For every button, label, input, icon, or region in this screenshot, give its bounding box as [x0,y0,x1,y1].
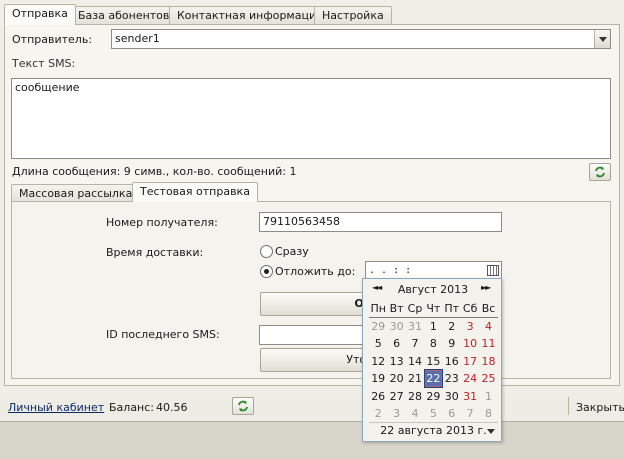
tab-contact-info[interactable]: Контактная информация [169,6,331,25]
calendar-day[interactable]: 8 [479,405,497,422]
calendar-day[interactable]: 5 [424,405,442,422]
weekday-label: Вс [481,301,496,315]
calendar-day[interactable]: 31 [461,388,479,405]
sender-select[interactable]: sender1 [111,29,611,49]
sms-text-area[interactable]: сообщение [11,78,611,159]
subtab-test-send[interactable]: Тестовая отправка [132,182,258,202]
sender-label: Отправитель: [12,33,93,46]
calendar-popup: ◄◄ Август 2013 ►► Пн Вт Ср Чт Пт Сб Вс 2… [362,278,502,442]
calendar-week: 26 27 28 29 30 31 1 [369,388,498,406]
calendar-day[interactable]: 29 [369,318,387,335]
status-bar: Личный кабинет Баланс: 40.56 Закрыть [0,393,624,419]
calendar-day[interactable]: 7 [461,405,479,422]
calendar-day-selected[interactable]: 22 [424,369,443,389]
calendar-header: ◄◄ Август 2013 ►► [363,283,503,297]
calendar-day[interactable]: 8 [424,335,442,352]
recipient-value: 79110563458 [263,215,340,228]
chevron-down-icon[interactable] [594,30,610,48]
calendar-day[interactable]: 9 [443,335,461,352]
refresh-length-button[interactable] [589,163,611,181]
tab-send[interactable]: Отправка [4,4,76,25]
calendar-day[interactable]: 1 [479,388,497,405]
refresh-icon [238,400,248,412]
calendar-day[interactable]: 26 [369,388,387,405]
delivery-label: Время доставки: [106,246,204,259]
calendar-weekdays: Пн Вт Ср Чт Пт Сб Вс [369,300,498,318]
refresh-icon [595,166,605,178]
calendar-day[interactable]: 27 [387,388,405,405]
calendar-day[interactable]: 4 [479,318,497,335]
radio-now-label: Сразу [275,245,309,258]
calendar-day[interactable]: 30 [443,388,461,405]
calendar-day[interactable]: 28 [406,388,424,405]
next-month-icon[interactable]: ►► [481,283,491,292]
calendar-day[interactable]: 14 [406,353,424,370]
calendar-day[interactable]: 3 [387,405,405,422]
sms-text-value: сообщение [15,81,80,94]
window-bottom-frame [0,421,624,459]
calendar-icon[interactable] [487,265,499,276]
balance-label: Баланс: [109,401,155,414]
triangle-down-icon[interactable] [487,429,495,434]
calendar-day[interactable]: 30 [387,318,405,335]
recipient-input[interactable]: 79110563458 [259,212,502,232]
sender-value: sender1 [115,32,160,45]
calendar-today-label: 22 августа 2013 г. [380,424,487,437]
defer-datetime-value: . . : : [369,265,412,276]
calendar-day[interactable]: 3 [461,318,479,335]
radio-defer-label: Отложить до: [275,265,356,278]
tab-subscribers[interactable]: База абонентов [70,6,178,25]
balance-value: 40.56 [156,401,188,414]
calendar-footer[interactable]: 22 августа 2013 г. [369,422,498,439]
calendar-day[interactable]: 20 [387,370,405,387]
calendar-day[interactable]: 6 [443,405,461,422]
calendar-day[interactable]: 5 [369,335,387,352]
calendar-day[interactable]: 6 [387,335,405,352]
weekday-label: Пт [444,301,460,315]
radio-now[interactable] [260,245,273,258]
calendar-day[interactable]: 2 [443,318,461,335]
close-link[interactable]: Закрыть [576,401,624,414]
tab-settings[interactable]: Настройка [314,6,392,25]
recipient-label: Номер получателя: [106,216,218,229]
calendar-day[interactable]: 12 [369,353,387,370]
calendar-week: 19 20 21 22 23 24 25 [369,369,498,389]
weekday-label: Вт [389,301,404,315]
calendar-day[interactable]: 4 [406,405,424,422]
calendar-day[interactable]: 16 [443,353,461,370]
calendar-day[interactable]: 19 [369,370,387,387]
radio-defer[interactable] [260,265,273,278]
calendar-day[interactable]: 10 [461,335,479,352]
calendar-day[interactable]: 2 [369,405,387,422]
status-divider [568,397,569,415]
length-info: Длина сообщения: 9 симв., кол-во. сообще… [12,165,297,178]
calendar-day[interactable]: 31 [406,318,424,335]
calendar-day[interactable]: 11 [479,335,497,352]
calendar-day[interactable]: 1 [424,318,442,335]
calendar-day[interactable]: 17 [461,353,479,370]
weekday-label: Пн [370,301,386,315]
last-id-label: ID последнего SMS: [106,328,220,341]
calendar-week: 5 6 7 8 9 10 11 [369,335,498,353]
personal-cabinet-link[interactable]: Личный кабинет [8,401,104,414]
calendar-week: 12 13 14 15 16 17 18 [369,353,498,371]
calendar-day[interactable]: 18 [479,353,497,370]
calendar-week: 29 30 31 1 2 3 4 [369,318,498,336]
calendar-day[interactable]: 7 [406,335,424,352]
calendar-day[interactable]: 13 [387,353,405,370]
calendar-day[interactable]: 24 [461,370,479,387]
calendar-day[interactable]: 21 [406,370,424,387]
calendar-day[interactable]: 29 [424,388,442,405]
weekday-label: Сб [462,301,478,315]
weekday-label: Чт [426,301,441,315]
calendar-grid: Пн Вт Ср Чт Пт Сб Вс 29 30 31 1 2 3 4 5 … [369,300,498,423]
calendar-day[interactable]: 23 [443,370,461,387]
sms-text-label: Текст SMS: [12,57,76,70]
weekday-label: Ср [407,301,423,315]
calendar-day[interactable]: 25 [479,370,497,387]
calendar-day[interactable]: 15 [424,353,442,370]
calendar-week: 2 3 4 5 6 7 8 [369,405,498,423]
refresh-balance-button[interactable] [232,397,254,415]
